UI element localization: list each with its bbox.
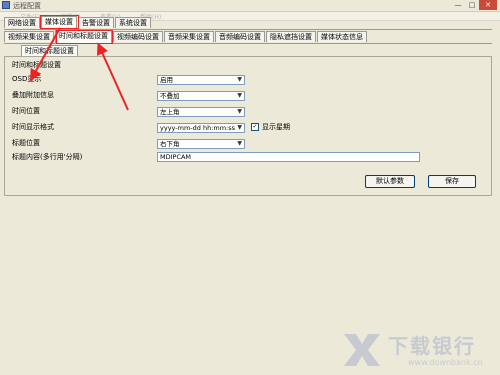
- watermark-logo-icon: [344, 334, 380, 366]
- watermark-text: 下载银行: [388, 334, 476, 358]
- annotation-arrows: [30, 27, 129, 111]
- watermark-url: www.downbank.cn: [408, 358, 483, 367]
- arrow-to-time-tab: [97, 42, 129, 111]
- arrow-to-media-tab: [30, 27, 61, 82]
